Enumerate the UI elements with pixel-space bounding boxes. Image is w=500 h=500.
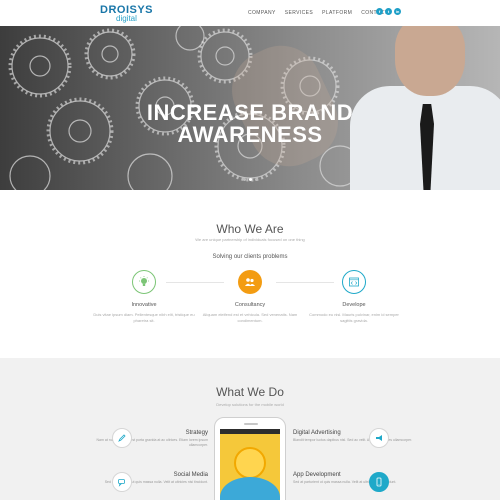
phone-status-bar [220, 429, 280, 434]
slider-dot[interactable] [255, 178, 258, 181]
slider-dot[interactable] [243, 178, 246, 181]
lightbulb-icon [132, 270, 156, 294]
app-graphic-wave [220, 477, 280, 500]
service-social-media: Social Media Sed at parturient ut quis m… [88, 472, 208, 485]
service-title: Digital Advertising [293, 430, 341, 436]
what-title: What We Do [216, 385, 284, 399]
smartphone-icon [369, 472, 389, 492]
hero-title: INCREASE BRAND AWARENESS [0, 102, 500, 146]
phone-speaker [244, 423, 258, 425]
service-text: Blandit tempor luctus dapibus nisl. Sed … [293, 438, 413, 442]
slider-dots [243, 178, 258, 181]
service-text: Sed at parturient ut quis massa nulla. V… [104, 480, 208, 484]
service-text: Sed at parturient ut quis massa nulla. V… [293, 480, 397, 484]
feature-develope: Develope Commodo eu nisl. Mauris pulvina… [299, 270, 409, 324]
smartphone-mockup [214, 417, 286, 500]
feature-label: Innovative [131, 302, 157, 308]
what-subtitle: Develop solutions for the mobile world [216, 402, 284, 407]
twitter-icon[interactable]: t [385, 8, 392, 15]
megaphone-icon [369, 428, 389, 448]
hero-title-line2: AWARENESS [177, 122, 323, 147]
social-links: f t in [376, 8, 401, 15]
who-subheading: Solving our clients problems [212, 254, 288, 260]
pen-icon [112, 428, 132, 448]
who-we-are-section: Who We Are We are unique partnership of … [0, 190, 500, 358]
service-strategy: Strategy Nam at nulla sit amet est porta… [88, 430, 208, 448]
hero-title-line1: INCREASE BRAND [146, 100, 354, 125]
service-digital-advertising: Digital Advertising Blandit tempor luctu… [293, 430, 413, 443]
droisys-logo[interactable]: DROISYS digital [100, 5, 160, 23]
feature-text: Commodo eu nisl. Mauris pulvinar, enim i… [309, 312, 399, 323]
feature-label: Develope [342, 302, 366, 308]
service-title: Social Media [173, 472, 208, 478]
linkedin-icon[interactable]: in [394, 8, 401, 15]
site-header: DROISYS digital COMPANY SERVICES PLATFOR… [0, 0, 500, 26]
slider-dot-active[interactable] [249, 178, 252, 181]
service-app-development: App Development Sed at parturient ut qui… [293, 472, 413, 485]
service-text: Nam at nulla sit amet est porta gravida … [96, 438, 208, 447]
service-title: Strategy [185, 430, 208, 436]
people-icon [238, 270, 262, 294]
phone-screen [220, 429, 280, 500]
feature-consultancy: Consultancy Aliquam eleifend est et vehi… [195, 270, 305, 324]
nav-item-platform[interactable]: PLATFORM [322, 10, 352, 16]
logo-subtitle: digital [116, 14, 137, 23]
facebook-icon[interactable]: f [376, 8, 383, 15]
who-subtitle: We are unique partnership of individuals… [195, 237, 305, 242]
feature-label: Consultancy [234, 302, 266, 308]
nav-item-company[interactable]: COMPANY [248, 10, 276, 16]
feature-text: Aliquam eleifend est et vehicula. Sed ve… [202, 312, 298, 323]
hero-banner: INCREASE BRAND AWARENESS [0, 26, 500, 190]
nav-item-services[interactable]: SERVICES [285, 10, 313, 16]
service-title: App Development [293, 472, 341, 478]
chat-icon [112, 472, 132, 492]
businessman-head [395, 26, 465, 96]
code-icon [342, 270, 366, 294]
who-title: Who We Are [216, 222, 284, 236]
main-nav: COMPANY SERVICES PLATFORM CONTACT [248, 10, 388, 16]
what-we-do-section: What We Do Develop solutions for the mob… [0, 358, 500, 500]
feature-text: Duis vitae ipsum diam. Pellentesque nibh… [93, 312, 195, 323]
app-graphic [234, 447, 266, 479]
feature-innovative: Innovative Duis vitae ipsum diam. Pellen… [89, 270, 199, 324]
